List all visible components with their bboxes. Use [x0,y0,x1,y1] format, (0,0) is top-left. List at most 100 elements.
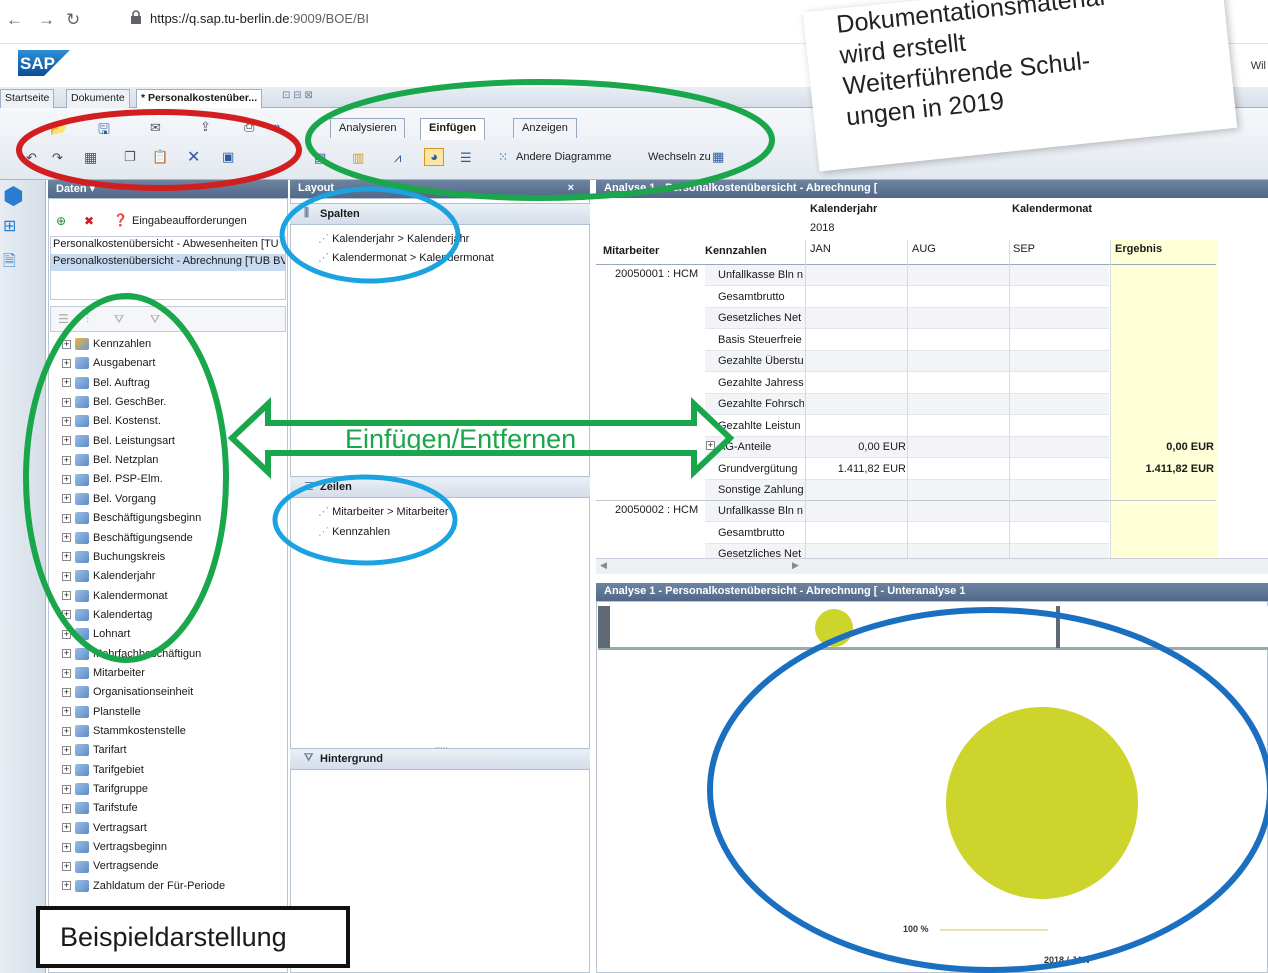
filter-add-icon[interactable]: ⛛ [150,312,160,327]
back-icon[interactable]: ← [6,10,23,30]
prompts-icon[interactable]: ❓ [113,213,128,227]
expand-icon[interactable]: + [62,726,71,736]
expand-icon[interactable]: + [62,397,71,407]
tree-item[interactable]: + Tarifgebiet [62,762,144,778]
expand-icon[interactable]: + [62,610,71,620]
switch-table-icon[interactable]: ▦ [712,149,724,165]
address-bar[interactable]: https://q.sap.tu-berlin.de:9009/BOE/BI [150,11,369,26]
tree-item[interactable]: + Buchungskreis [62,549,165,565]
prompts-button[interactable]: Eingabeaufforderungen [132,215,247,227]
expand-icon[interactable]: + [62,455,71,465]
expand-icon[interactable]: + [62,784,71,794]
row-dim-employee[interactable]: Mitarbeiter [603,245,659,257]
expand-icon[interactable]: + [62,842,71,852]
col-dim-month[interactable]: Kalendermonat [1012,203,1092,215]
print-icon[interactable]: ⎙ [244,119,254,135]
expand-icon[interactable]: + [62,533,71,543]
expand-icon[interactable]: + [62,629,71,639]
tree-item[interactable]: + Vertragsende [62,858,158,874]
tree-item[interactable]: + Kennzahlen [62,336,151,352]
bar-chart-icon[interactable]: ▥ [352,150,364,166]
layout-icon[interactable]: ▦ [84,149,97,166]
export-icon[interactable]: ⇪ [200,119,211,135]
column-item-year[interactable]: ⋰ Kalenderjahr > Kalenderjahr [318,232,469,245]
horizontal-bar-icon[interactable]: ☰ [460,150,472,166]
tab-personalkosten[interactable]: * Personalkostenüber... [136,89,263,108]
expand-icon[interactable]: + [62,649,71,659]
tree-item[interactable]: + Ausgabenart [62,355,155,371]
document-icon[interactable]: 🗎 [3,250,16,277]
outline-icon[interactable]: ⊞ [3,216,16,236]
line-chart-icon[interactable]: ⩘ [394,150,401,166]
expand-icon[interactable]: + [62,687,71,697]
tree-item[interactable]: + Kalenderjahr [62,568,155,584]
tree-item[interactable]: + Kalendertag [62,607,152,623]
tab-documents[interactable]: Dokumente [66,89,130,108]
forward-icon[interactable]: → [38,10,55,30]
expand-icon[interactable]: + [62,765,71,775]
row-dim-measures[interactable]: Kennzahlen [705,245,767,257]
expand-icon[interactable]: + [62,378,71,388]
table-icon[interactable]: ▤ [314,150,326,166]
tree-item[interactable]: + Organisationseinheit [62,684,193,700]
expand-icon[interactable]: + [62,339,71,349]
more-icon[interactable]: » [274,121,280,133]
source-item-absences[interactable]: Personalkostenübersicht - Abwesenheiten … [51,237,285,254]
expand-icon[interactable]: + [706,441,715,450]
expand-icon[interactable]: + [62,707,71,717]
tree-item[interactable]: + Beschäftigungsbeginn [62,510,201,526]
scroll-left-icon[interactable]: ◀ [600,560,607,571]
mail-icon[interactable]: ✉ [150,120,161,136]
copy-icon[interactable]: ❐ [124,149,136,165]
pie-chart-icon[interactable]: ◕ [424,148,444,166]
paste-icon[interactable]: 📋 [152,149,168,165]
reload-icon[interactable]: ↻ [66,10,80,30]
tree-item[interactable]: + Zahldatum der Für-Periode [62,878,225,894]
column-item-month[interactable]: ⋰ Kalendermonat > Kalendermonat [318,251,494,264]
tree-item[interactable]: + Kalendermonat [62,588,168,604]
tab-analysieren[interactable]: Analysieren [330,118,406,138]
tree-item[interactable]: + Beschäftigungsende [62,530,193,546]
horizontal-scrollbar[interactable] [596,558,1268,574]
expand-icon[interactable]: + [62,862,71,872]
tree-item[interactable]: + Tarifgruppe [62,781,148,797]
tab-einfuegen[interactable]: Einfügen [420,118,486,140]
tab-home[interactable]: Startseite [0,89,55,108]
scatter-icon[interactable]: ⁙ [498,150,508,164]
tree-item[interactable]: + Vertragsbeginn [62,839,167,855]
expand-icon[interactable]: + [62,416,71,426]
tree-item[interactable]: + Tarifstufe [62,800,138,816]
remove-source-icon[interactable]: ✖ [84,214,94,228]
tree-item[interactable]: + Lohnart [62,626,130,642]
switch-to-button[interactable]: Wechseln zu [648,151,711,163]
undo-icon[interactable]: ↶ [26,150,37,166]
redo-icon[interactable]: ↷ [52,150,63,166]
open-folder-icon[interactable]: 📂 [50,120,67,137]
tree-item[interactable]: + Bel. GeschBer. [62,394,166,410]
tree-item[interactable]: + Stammkostenstelle [62,723,186,739]
close-icon[interactable]: × [568,182,574,194]
tree-item[interactable]: + Bel. Netzplan [62,452,158,468]
expand-icon[interactable]: + [62,436,71,446]
filter-icon[interactable]: ⛛ [114,312,124,327]
list-view-icon[interactable]: ☰ [58,312,69,326]
tree-item[interactable]: + Bel. Kostenst. [62,413,161,429]
tree-item[interactable]: + Vertragsart [62,820,147,836]
add-source-icon[interactable]: ⊕ [56,214,66,228]
row-item-employee[interactable]: ⋰ Mitarbeiter > Mitarbeiter [318,505,449,518]
expand-icon[interactable]: + [62,803,71,813]
tree-item[interactable]: + Mitarbeiter [62,665,145,681]
expand-icon[interactable]: + [62,881,71,891]
tab-anzeigen[interactable]: Anzeigen [513,118,577,138]
tree-item[interactable]: + Mehrfachbeschäftigun [62,646,201,662]
expand-icon[interactable]: + [62,823,71,833]
scroll-right-icon[interactable]: ▶ [792,560,799,571]
expand-icon[interactable]: + [62,745,71,755]
tree-item[interactable]: + Bel. Auftrag [62,375,150,391]
tree-item[interactable]: + Planstelle [62,704,141,720]
save-icon[interactable]: 🖫 [98,119,110,143]
hierarchy-icon[interactable]: ⫶ [86,312,89,327]
properties-icon[interactable]: ▣ [222,149,234,165]
tab-controls-icon[interactable]: ⊡ ⊟ ⊠ [282,90,313,101]
expand-icon[interactable]: + [62,668,71,678]
